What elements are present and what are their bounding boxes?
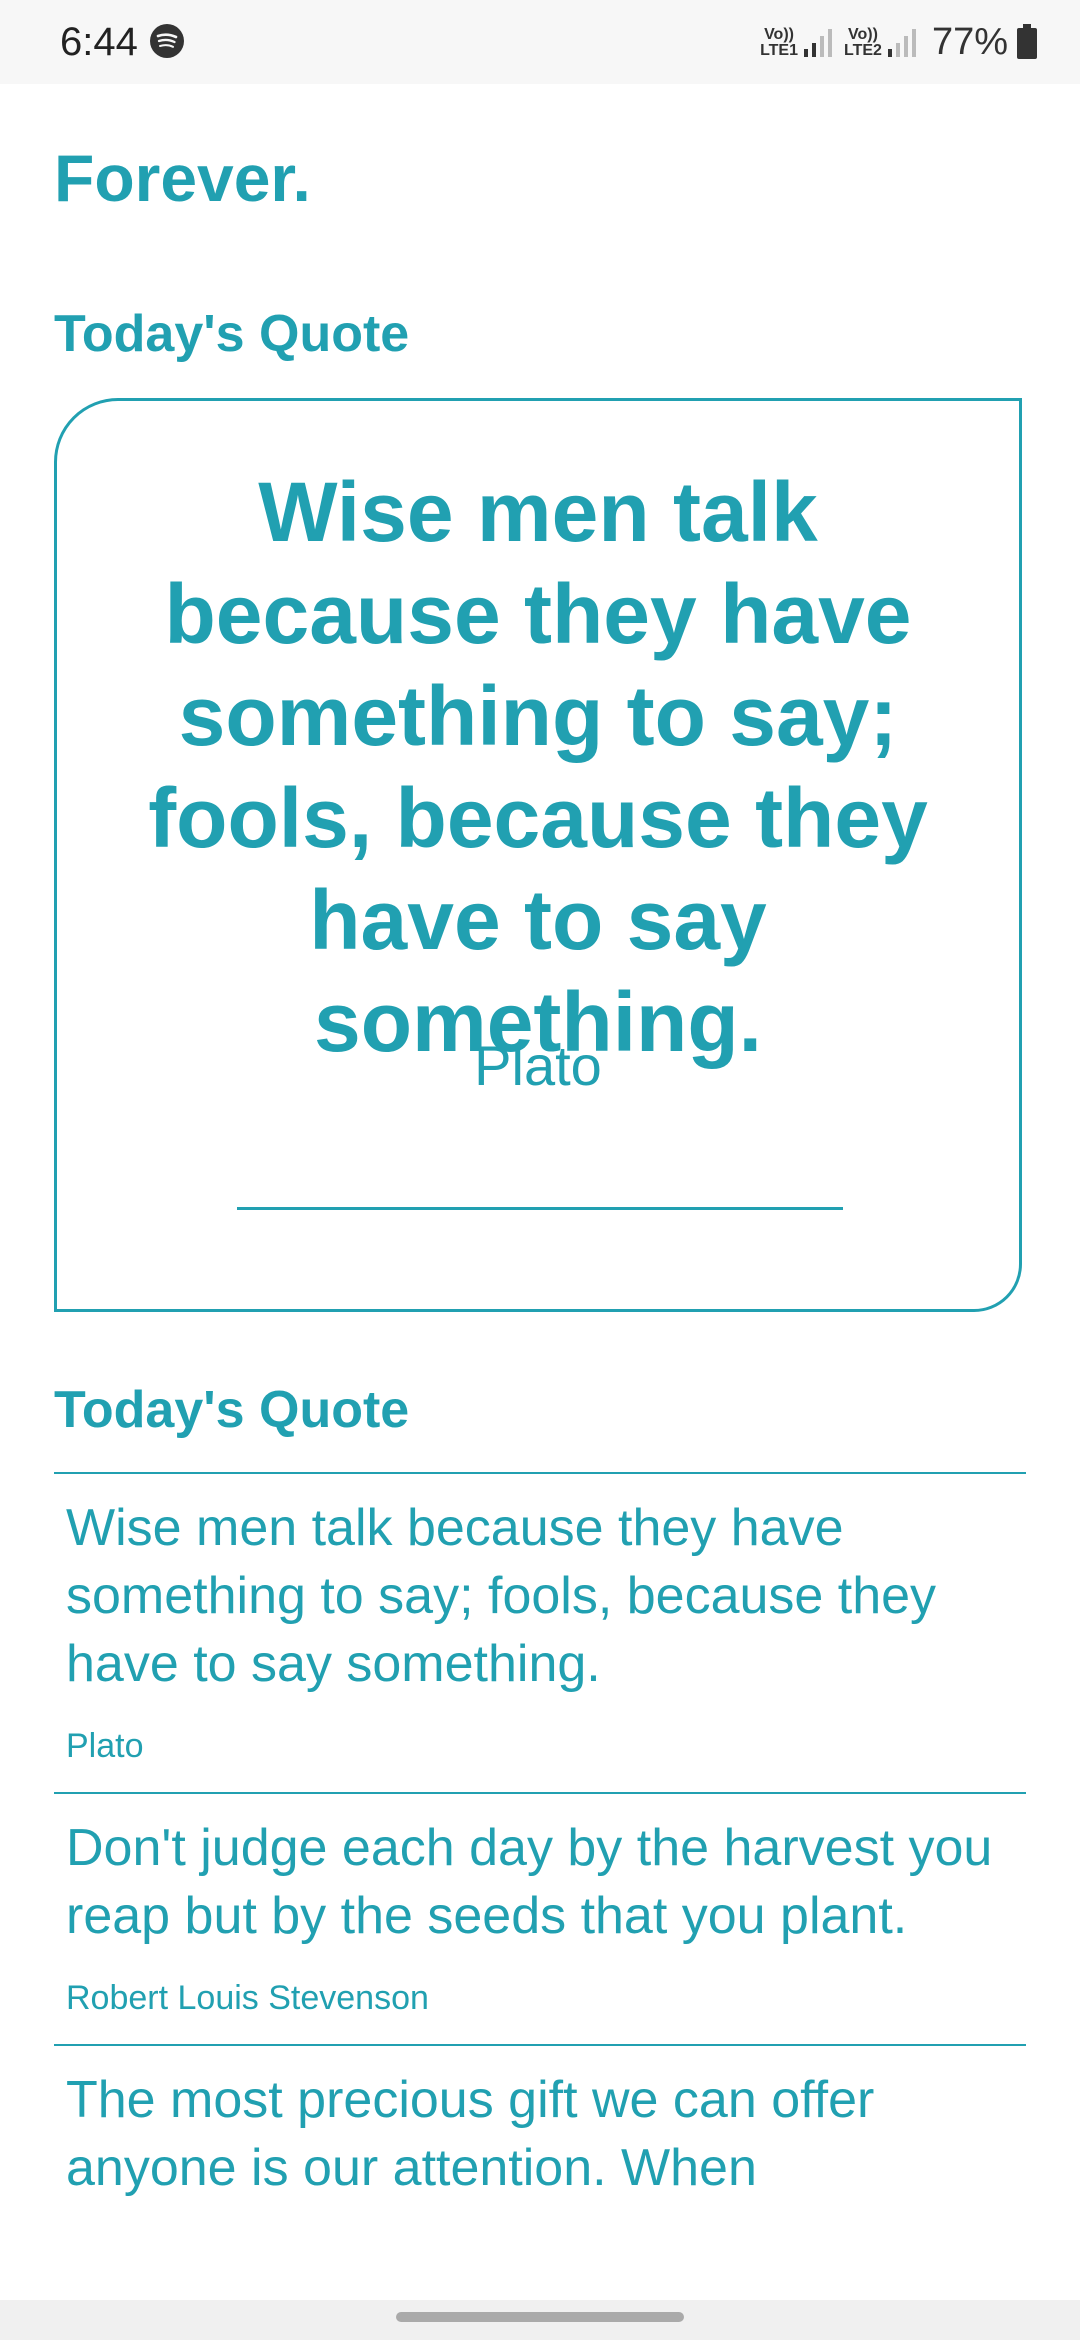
list-item[interactable]: Wise men talk because they have somethin… [54, 1472, 1026, 1792]
list-item[interactable]: The most precious gift we can offer anyo… [54, 2044, 1026, 2228]
featured-quote-author: Plato [474, 1034, 602, 1097]
divider [237, 1207, 843, 1210]
featured-quote-text: Wise men talk because they have somethin… [148, 465, 928, 1069]
sim2-signal: Vo)) LTE2 [844, 25, 920, 59]
quote-text: The most precious gift we can offer anyo… [66, 2071, 875, 2197]
battery-percent: 77% [931, 20, 1008, 63]
sim1-signal: Vo)) LTE1 [760, 25, 836, 59]
signal-icon [887, 29, 916, 57]
lte1-label: Vo)) LTE1 [760, 26, 798, 59]
list-section-title: Today's Quote [54, 1381, 410, 1439]
quote-text: Wise men talk because they have somethin… [66, 1499, 937, 1693]
quote-text: Don't judge each day by the harvest you … [66, 1819, 993, 1945]
app-title: Forever. [54, 141, 311, 215]
list-item[interactable]: Don't judge each day by the harvest you … [54, 1792, 1026, 2044]
navigation-bar [0, 2300, 1080, 2340]
status-time: 6:44 [60, 20, 138, 64]
quote-list: Wise men talk because they have somethin… [54, 1472, 1026, 2228]
status-bar: 6:44 Vo)) LTE1 Vo)) LTE2 77% [0, 0, 1080, 84]
home-gesture-handle[interactable] [396, 2312, 684, 2322]
lte2-label: Vo)) LTE2 [844, 26, 882, 59]
battery-icon [1017, 24, 1037, 59]
signal-icon [804, 29, 832, 57]
status-icons: Vo)) LTE1 Vo)) LTE2 77% [760, 18, 1038, 66]
featured-quote-card[interactable]: Wise men talk because they have somethin… [54, 398, 1022, 1312]
spotify-icon [150, 24, 184, 58]
quote-author: Plato [66, 1727, 144, 1765]
featured-section-title: Today's Quote [54, 305, 410, 363]
quote-author: Robert Louis Stevenson [66, 1979, 429, 2017]
